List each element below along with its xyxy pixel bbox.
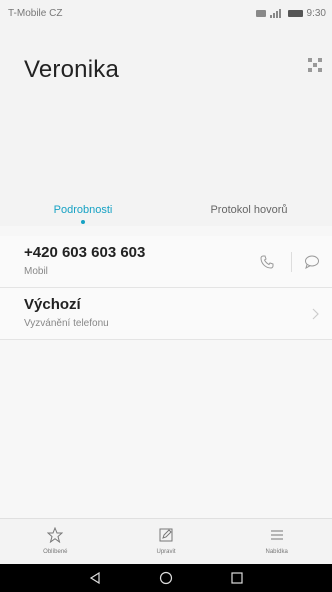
edit-button[interactable]: Upravit <box>111 519 222 564</box>
tab-call-log[interactable]: Protokol hovorů <box>166 196 332 226</box>
favorites-label: Oblíbené <box>43 549 68 555</box>
home-button[interactable] <box>158 570 174 586</box>
recents-square-icon <box>231 572 243 584</box>
active-tab-indicator <box>81 220 85 224</box>
star-icon <box>47 527 64 543</box>
tab-details-label: Podrobnosti <box>53 204 113 216</box>
image-notification-icon <box>255 9 266 17</box>
home-circle-icon <box>159 571 173 585</box>
status-icons: 9:30 <box>255 7 326 19</box>
message-icon[interactable] <box>304 255 320 269</box>
phone-number: +420 603 603 603 <box>24 244 146 261</box>
tab-bar: Podrobnosti Protokol hovorů <box>0 196 332 226</box>
phone-number-row[interactable]: +420 603 603 603 Mobil <box>0 236 332 288</box>
chevron-right-icon <box>312 308 319 320</box>
menu-label: Nabídka <box>265 549 288 555</box>
contact-name: Veronika <box>24 56 119 83</box>
ringtone-subtitle: Vyzvánění telefonu <box>24 318 109 329</box>
edit-icon <box>159 528 173 542</box>
tab-call-log-label: Protokol hovorů <box>210 204 288 216</box>
row-divider <box>291 252 292 272</box>
battery-icon <box>287 9 303 17</box>
signal-icon <box>269 8 284 18</box>
menu-button[interactable]: Nabídka <box>221 519 332 564</box>
qr-code-icon[interactable] <box>308 58 322 72</box>
favorites-button[interactable]: Oblíbené <box>0 519 111 564</box>
ringtone-row[interactable]: Výchozí Vyzvánění telefonu <box>0 288 332 340</box>
bottom-action-bar: Oblíbené Upravit Nabídka <box>0 518 332 564</box>
ringtone-title: Výchozí <box>24 296 81 313</box>
contact-header: Veronika Podrobnosti Protokol hovorů <box>0 26 332 226</box>
call-icon[interactable] <box>260 255 274 269</box>
phone-type: Mobil <box>24 266 48 277</box>
status-bar: T-Mobile CZ 9:30 <box>0 0 332 26</box>
menu-icon <box>270 530 283 540</box>
recents-button[interactable] <box>229 570 245 586</box>
back-triangle-icon <box>90 571 100 585</box>
edit-label: Upravit <box>156 549 176 555</box>
clock: 9:30 <box>306 7 326 19</box>
carrier-label: T-Mobile CZ <box>8 7 63 19</box>
tab-details[interactable]: Podrobnosti <box>0 196 166 226</box>
back-button[interactable] <box>87 570 103 586</box>
system-nav-bar <box>0 564 332 592</box>
